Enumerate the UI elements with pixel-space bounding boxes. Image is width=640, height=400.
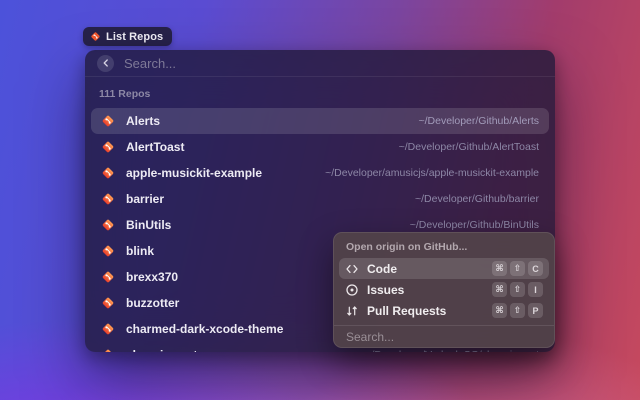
repo-name: barrier	[126, 192, 164, 206]
menu-item-label: Pull Requests	[367, 304, 446, 318]
keycap: ⌘	[492, 303, 507, 318]
code-icon	[345, 262, 359, 276]
action-menu-search-input[interactable]	[346, 330, 542, 344]
repo-path: ~/Developer/VerkadaSG/chaseimport	[365, 349, 539, 352]
keycap: I	[528, 282, 543, 297]
git-repo-icon	[101, 244, 115, 258]
repo-name: BinUtils	[126, 218, 171, 232]
git-repo-icon	[101, 218, 115, 232]
repo-path: ~/Developer/Github/AlertToast	[399, 141, 539, 153]
menu-item[interactable]: Code ⌘⇧C	[339, 258, 549, 279]
back-button[interactable]	[97, 55, 114, 72]
keycap: P	[528, 303, 543, 318]
repo-path: ~/Developer/Github/barrier	[415, 193, 539, 205]
keycap: ⇧	[510, 303, 525, 318]
menu-item-shortcut: ⌘⇧C	[492, 261, 543, 276]
repo-path: ~/Developer/Github/Alerts	[418, 115, 539, 127]
keycap: ⇧	[510, 282, 525, 297]
git-repo-icon	[101, 166, 115, 180]
git-repo-icon	[101, 192, 115, 206]
repo-name: apple-musickit-example	[126, 166, 262, 180]
keycap: C	[528, 261, 543, 276]
git-repo-icon	[90, 31, 101, 42]
repo-name: AlertToast	[126, 140, 184, 154]
git-repo-icon	[101, 296, 115, 310]
repo-name: buzzotter	[126, 296, 179, 310]
repo-row[interactable]: Alerts ~/Developer/Github/Alerts	[91, 108, 549, 134]
command-pill[interactable]: List Repos	[83, 27, 172, 46]
repo-row[interactable]: apple-musickit-example ~/Developer/amusi…	[91, 160, 549, 186]
search-input[interactable]	[124, 56, 543, 71]
action-menu: Open origin on GitHub... Code ⌘⇧C Issues…	[333, 232, 555, 348]
menu-item-label: Issues	[367, 283, 404, 297]
chevron-left-icon	[102, 59, 110, 67]
menu-item-label: Code	[367, 262, 397, 276]
repo-row[interactable]: barrier ~/Developer/Github/barrier	[91, 186, 549, 212]
repo-name: charmed-dark-xcode-theme	[126, 322, 283, 336]
repo-name: blink	[126, 244, 154, 258]
keycap: ⌘	[492, 261, 507, 276]
keycap: ⌘	[492, 282, 507, 297]
repo-name: brexx370	[126, 270, 178, 284]
issue-icon	[345, 283, 359, 297]
git-repo-icon	[101, 114, 115, 128]
git-repo-icon	[101, 322, 115, 336]
git-repo-icon	[101, 270, 115, 284]
action-menu-header: Open origin on GitHub...	[334, 233, 554, 256]
menu-item-shortcut: ⌘⇧P	[492, 303, 543, 318]
repo-name: Alerts	[126, 114, 160, 128]
search-bar	[85, 50, 555, 76]
menu-item[interactable]: Pull Requests ⌘⇧P	[339, 300, 549, 321]
repo-path: ~/Developer/Github/BinUtils	[410, 219, 539, 231]
repo-name: chaseimport	[126, 348, 197, 352]
git-repo-icon	[101, 140, 115, 154]
repo-path: ~/Developer/amusicjs/apple-musickit-exam…	[325, 167, 539, 179]
command-pill-label: List Repos	[106, 31, 163, 43]
git-repo-icon	[101, 348, 115, 352]
action-menu-items: Code ⌘⇧C Issues ⌘⇧I Pull Requests ⌘⇧P	[334, 256, 554, 321]
menu-item[interactable]: Issues ⌘⇧I	[339, 279, 549, 300]
action-menu-search	[334, 326, 554, 347]
keycap: ⇧	[510, 261, 525, 276]
pull-request-icon	[345, 304, 359, 318]
repo-row[interactable]: AlertToast ~/Developer/Github/AlertToast	[91, 134, 549, 160]
menu-item-shortcut: ⌘⇧I	[492, 282, 543, 297]
section-header: 111 Repos	[85, 77, 555, 106]
